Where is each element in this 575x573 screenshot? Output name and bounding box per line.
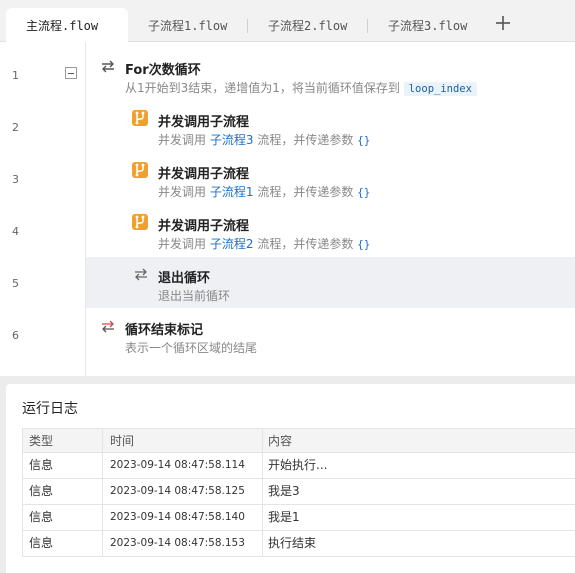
column-header: 时间 [102,429,262,452]
line-number: 5 [12,277,19,290]
log-type: 信息 [29,536,54,550]
log-type: 信息 [29,484,54,498]
step-description: 并发调用 子流程1 流程，并传递参数 {} [158,185,371,199]
table-row[interactable]: 信息 2023-09-14 08:47:58.140 我是1 [23,505,575,531]
subflow-link[interactable]: 子流程2 [210,237,254,251]
table-row[interactable]: 信息 2023-09-14 08:47:58.114 开始执行... [23,453,575,479]
tab-subflow-3[interactable]: 子流程3.flow [368,10,486,42]
step-title: 并发调用子流程 [158,219,250,234]
tab-subflow-1[interactable]: 子流程1.flow [128,10,248,42]
log-type: 信息 [29,510,54,524]
flow-editor: 1 2 3 4 5 6 For次数循环 从1开始到3结束，递增值为1，将当前循环… [0,42,575,376]
step-for-loop[interactable]: For次数循环 从1开始到3结束，递增值为1，将当前循环值保存到 loop_in… [86,50,575,102]
column-header: 内容 [262,429,572,452]
subflow-icon [132,162,148,178]
tab-label: 子流程3.flow [388,19,468,33]
table-row[interactable]: 信息 2023-09-14 08:47:58.153 执行结束 [23,531,575,557]
step-parallel-subflow[interactable]: 并发调用子流程 并发调用 子流程2 流程，并传递参数 {} [86,206,575,258]
line-number: 6 [12,329,19,342]
exit-loop-icon [135,268,147,281]
loop-icon [102,60,114,73]
log-content: 开始执行... [262,453,572,478]
step-title: 退出循环 [158,271,211,286]
subflow-link[interactable]: 子流程1 [210,185,254,199]
tab-subflow-2[interactable]: 子流程2.flow [248,10,368,42]
table-row[interactable]: 信息 2023-09-14 08:47:58.125 我是3 [23,479,575,505]
log-time: 2023-09-14 08:47:58.125 [102,479,262,504]
log-time: 2023-09-14 08:47:58.114 [102,453,262,478]
step-loop-end[interactable]: 循环结束标记 表示一个循环区域的结尾 [86,310,575,362]
step-title: 并发调用子流程 [158,167,250,182]
log-content: 我是1 [262,505,572,530]
loop-end-icon [102,320,114,333]
step-description: 从1开始到3结束，递增值为1，将当前循环值保存到 loop_index [125,79,477,96]
params-value: {} [357,186,371,199]
step-description: 退出当前循环 [158,289,231,303]
step-parallel-subflow[interactable]: 并发调用子流程 并发调用 子流程1 流程，并传递参数 {} [86,154,575,206]
log-content: 执行结束 [262,531,572,556]
params-value: {} [357,134,371,147]
tab-label: 子流程2.flow [268,19,348,33]
step-title: For次数循环 [125,63,201,78]
step-parallel-subflow[interactable]: 并发调用子流程 并发调用 子流程3 流程，并传递参数 {} [86,102,575,154]
step-description: 并发调用 子流程3 流程，并传递参数 {} [158,133,371,147]
subflow-icon [132,214,148,230]
step-title: 并发调用子流程 [158,115,250,130]
step-description: 表示一个循环区域的结尾 [125,341,258,355]
tab-label: 主流程.flow [26,19,99,33]
log-title: 运行日志 [22,401,78,417]
line-number: 4 [12,225,19,238]
line-number: 2 [12,121,19,134]
line-number: 3 [12,173,19,186]
log-time: 2023-09-14 08:47:58.153 [102,531,262,556]
params-value: {} [357,238,371,251]
line-gutter: 1 2 3 4 5 6 [0,42,86,376]
line-number: 1 [12,69,19,82]
column-header: 类型 [29,434,54,448]
table-header: 类型 时间 内容 [23,428,575,453]
subflow-link[interactable]: 子流程3 [210,133,254,147]
log-table: 类型 时间 内容 信息 2023-09-14 08:47:58.114 开始执行… [22,428,575,557]
subflow-icon [132,110,148,126]
step-description: 并发调用 子流程2 流程，并传递参数 {} [158,237,371,251]
run-log-panel: 运行日志 类型 时间 内容 信息 2023-09-14 08:47:58.114… [6,384,575,573]
log-type: 信息 [29,458,54,472]
plus-icon[interactable] [494,14,512,32]
variable-tag: loop_index [403,82,477,96]
log-content: 我是3 [262,479,572,504]
step-exit-loop[interactable]: 退出循环 退出当前循环 [86,257,575,308]
collapse-toggle[interactable] [65,67,77,79]
tab-main-flow[interactable]: 主流程.flow [6,8,128,42]
log-time: 2023-09-14 08:47:58.140 [102,505,262,530]
tab-bar: 主流程.flow 子流程1.flow 子流程2.flow 子流程3.flow [0,0,575,42]
tab-label: 子流程1.flow [148,19,228,33]
step-title: 循环结束标记 [125,323,204,338]
